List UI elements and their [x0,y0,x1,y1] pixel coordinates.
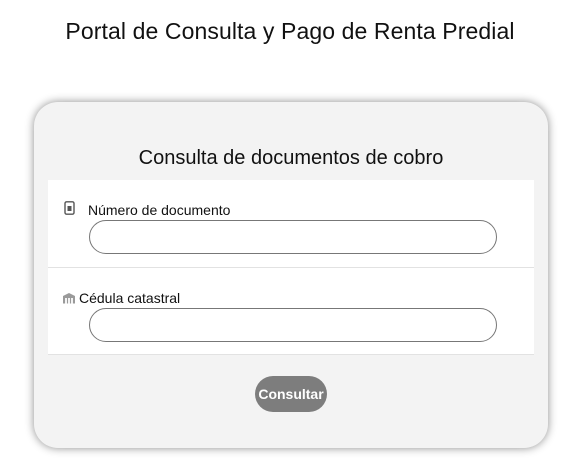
cedula-catastral-field-group: Cédula catastral [48,268,534,355]
building-icon [63,293,75,304]
numero-documento-input[interactable] [89,220,497,254]
numero-documento-field-group: Número de documento [48,180,534,268]
card-title: Consulta de documentos de cobro [138,147,444,169]
cedula-catastral-input[interactable] [89,308,497,342]
mobile-document-icon [64,201,75,215]
cedula-catastral-label: Cédula catastral [79,290,181,306]
page-title: Portal de Consulta y Pago de Renta Predi… [65,18,515,44]
numero-documento-label: Número de documento [88,202,231,218]
form-panel: Número de documento Cédula catastral [48,180,534,355]
consulta-card: Consulta de documentos de cobro Número d… [34,102,548,448]
consultar-button[interactable]: Consultar [255,376,327,412]
